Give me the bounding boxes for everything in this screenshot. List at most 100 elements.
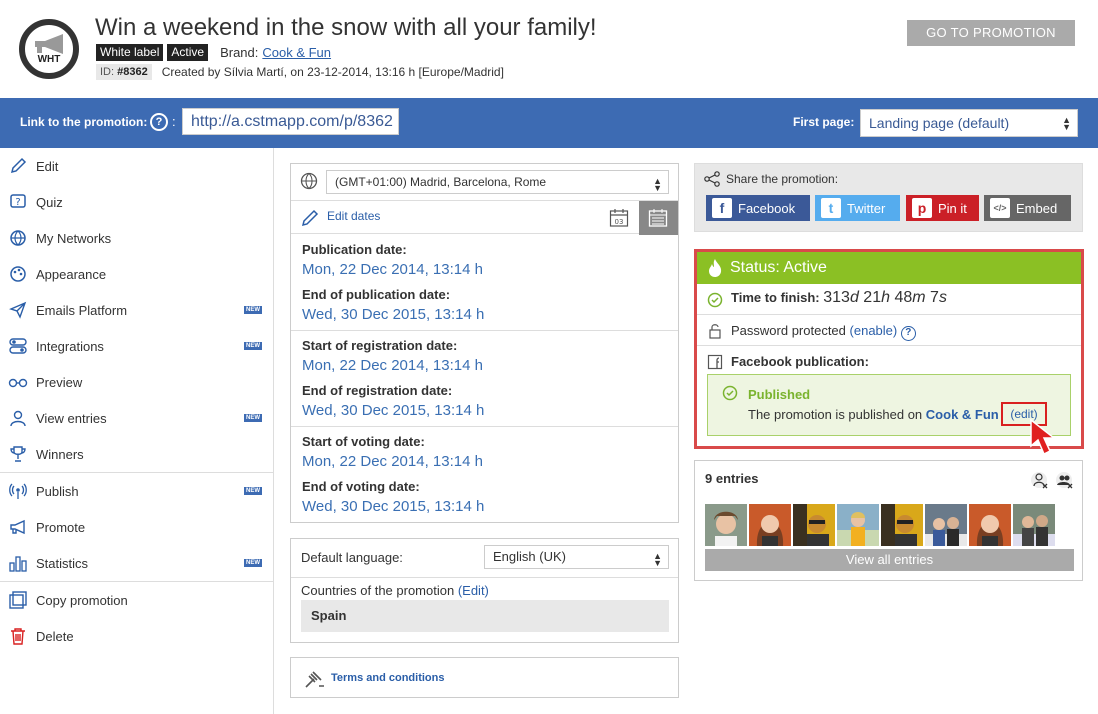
help-icon[interactable]: ? — [150, 113, 168, 131]
pub-end-label: End of publication date: — [302, 287, 451, 302]
language-select[interactable]: English (UK) ▲ ▼ — [484, 545, 669, 569]
vote-start-value: Mon, 22 Dec 2014, 13:14 h — [302, 453, 483, 470]
twitter-share-button[interactable]: t Twitter — [815, 195, 900, 221]
sidebar-item-preview[interactable]: Preview — [0, 364, 274, 400]
language-label: Default language: — [301, 550, 403, 565]
sidebar-item-emails-platform[interactable]: Emails Platform NEW — [0, 292, 274, 328]
entry-avatar[interactable] — [793, 504, 835, 546]
sidebar-item-edit[interactable]: Edit — [0, 148, 274, 184]
entry-avatar[interactable] — [969, 504, 1011, 546]
facebook-publication-row: Facebook publication: — [697, 346, 1081, 377]
sidebar-item-integrations[interactable]: Integrations NEW — [0, 328, 274, 364]
help-icon[interactable]: ? — [900, 326, 916, 341]
vote-end-label: End of voting date: — [302, 479, 420, 494]
entry-avatar[interactable] — [705, 504, 747, 546]
vote-end-value: Wed, 30 Dec 2015, 13:14 h — [302, 498, 485, 515]
pencil-icon — [301, 209, 319, 227]
globe-icon — [8, 228, 28, 248]
entries-panel: 9 entries View all entries — [694, 460, 1083, 581]
reg-start-label: Start of registration date: — [302, 338, 458, 353]
timezone-select[interactable]: (GMT+01:00) Madrid, Barcelona, Rome ▲ ▼ — [326, 170, 669, 194]
entry-avatar[interactable] — [925, 504, 967, 546]
time-value: 313d 21h 48m 7s — [823, 289, 947, 306]
entry-avatar[interactable] — [749, 504, 791, 546]
published-brand-link[interactable]: Cook & Fun — [926, 407, 999, 422]
facebook-icon — [707, 354, 723, 370]
promotion-meta: ID: #8362 Created by Sílvia Martí, on 23… — [96, 64, 504, 80]
bar-chart-icon — [8, 553, 28, 573]
time-label: Time to finish: — [731, 290, 820, 305]
terms-link[interactable]: Terms and conditions — [331, 672, 444, 684]
lock-icon — [709, 324, 721, 339]
published-notice: Published The promotion is published on … — [707, 374, 1071, 436]
registration-dates: Start of registration date: Mon, 22 Dec … — [291, 331, 678, 427]
reg-end-label: End of registration date: — [302, 383, 453, 398]
code-icon: </> — [990, 198, 1010, 218]
check-circle-icon — [722, 385, 738, 401]
password-row: Password protected (enable) ? — [697, 315, 1081, 346]
group-remove-icon[interactable] — [1055, 471, 1075, 491]
pinterest-share-button[interactable]: p Pin it — [906, 195, 979, 221]
sidebar-item-promote[interactable]: Promote — [0, 509, 274, 545]
entry-avatar[interactable] — [881, 504, 923, 546]
countries-label: Countries of the promotion (Edit) — [301, 583, 489, 598]
new-badge: NEW — [244, 306, 262, 314]
palette-icon — [8, 264, 28, 284]
promotion-url-input[interactable]: http://a.cstmapp.com/p/8362 — [182, 108, 399, 135]
entry-avatar[interactable] — [1013, 504, 1055, 546]
terms-panel[interactable]: Terms and conditions — [290, 657, 679, 698]
page-title: Win a weekend in the snow with all your … — [95, 14, 597, 41]
sidebar-item-my-networks[interactable]: My Networks — [0, 220, 274, 256]
svg-text:?: ? — [15, 197, 20, 208]
calendar-day-icon[interactable]: 03 — [609, 208, 629, 228]
user-remove-icon[interactable] — [1030, 471, 1050, 491]
promotion-tags: White label Active Brand: Cook & Fun — [96, 44, 331, 61]
sidebar-item-statistics[interactable]: Statistics NEW — [0, 545, 274, 581]
go-to-promotion-button[interactable]: GO TO PROMOTION — [907, 20, 1075, 46]
fb-publication-label: Facebook publication: — [731, 354, 869, 369]
calendar-icon — [648, 209, 668, 227]
new-badge: NEW — [244, 559, 262, 567]
published-title: Published — [748, 387, 811, 402]
sidebar-item-quiz[interactable]: ? Quiz — [0, 184, 274, 220]
entries-avatars — [705, 504, 1055, 546]
country-item: Spain — [301, 600, 669, 632]
promotion-link-bar: Link to the promotion: ? : http://a.cstm… — [0, 98, 1098, 148]
brand-link[interactable]: Cook & Fun — [262, 45, 331, 60]
calendar-view-button[interactable] — [639, 201, 678, 235]
sidebar-item-copy-promotion[interactable]: Copy promotion — [0, 582, 274, 618]
edit-dates-link[interactable]: Edit dates — [327, 209, 380, 223]
enable-password-link[interactable]: (enable) — [850, 323, 898, 338]
publication-dates: Publication date: Mon, 22 Dec 2014, 13:1… — [291, 235, 678, 331]
gavel-icon — [305, 671, 324, 688]
first-page-select[interactable]: Landing page (default) ▲ ▼ — [860, 109, 1078, 137]
pencil-icon — [8, 156, 28, 176]
active-tag: Active — [167, 44, 209, 61]
sidebar-item-appearance[interactable]: Appearance — [0, 256, 274, 292]
sidebar-item-winners[interactable]: Winners — [0, 436, 274, 472]
reg-start-value: Mon, 22 Dec 2014, 13:14 h — [302, 357, 483, 374]
question-icon: ? — [8, 192, 28, 212]
new-badge: NEW — [244, 487, 262, 495]
megaphone-icon — [8, 517, 28, 537]
select-arrows-icon: ▲ ▼ — [1062, 115, 1071, 132]
sidebar-item-delete[interactable]: Delete — [0, 618, 274, 654]
edit-dates-row: Edit dates 03 — [291, 200, 678, 235]
reg-end-value: Wed, 30 Dec 2015, 13:14 h — [302, 402, 485, 419]
share-icon — [704, 171, 720, 187]
sidebar-item-publish[interactable]: Publish NEW — [0, 473, 274, 509]
view-all-entries-button[interactable]: View all entries — [705, 549, 1074, 571]
entry-avatar[interactable] — [837, 504, 879, 546]
embed-button[interactable]: </> Embed — [984, 195, 1071, 221]
copy-icon — [8, 590, 28, 610]
select-arrows-icon: ▲ ▼ — [653, 176, 662, 193]
status-panel: Status: Active Time to finish: 313d 21h … — [694, 249, 1084, 449]
facebook-share-button[interactable]: f Facebook — [706, 195, 810, 221]
sidebar-item-view-entries[interactable]: View entries NEW — [0, 400, 274, 436]
user-icon — [8, 408, 28, 428]
pub-start-value: Mon, 22 Dec 2014, 13:14 h — [302, 261, 483, 278]
countries-edit-link[interactable]: (Edit) — [458, 583, 489, 598]
logo-text: WHT — [37, 54, 61, 65]
white-label-tag: White label — [96, 44, 164, 61]
paper-plane-icon — [8, 300, 28, 320]
